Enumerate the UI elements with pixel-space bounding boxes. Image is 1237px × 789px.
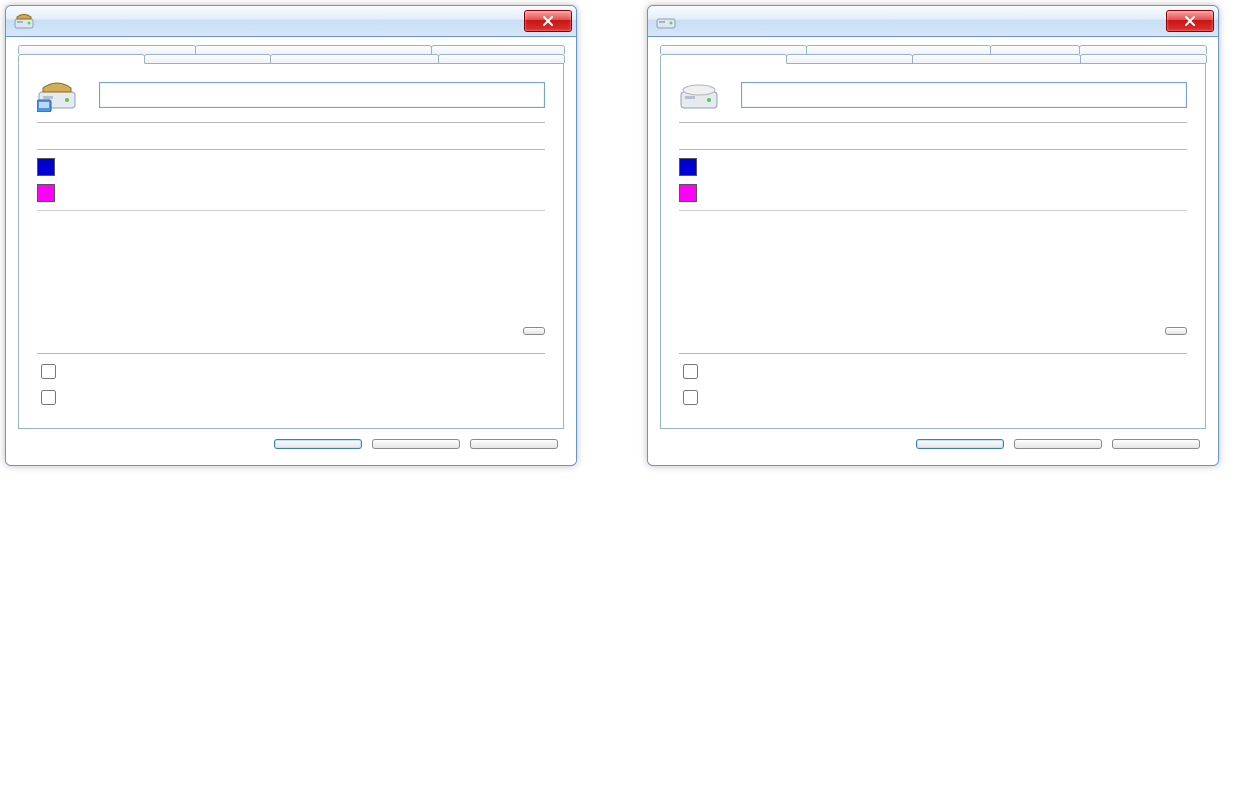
ok-button[interactable] <box>274 439 362 449</box>
titlebar[interactable] <box>6 6 576 37</box>
properties-dialog-d <box>647 5 1219 466</box>
drive-name-input[interactable] <box>741 82 1187 108</box>
drive-icon <box>656 12 676 30</box>
index-checkbox[interactable] <box>41 390 56 405</box>
tab-strip <box>18 45 564 63</box>
free-swatch <box>679 184 697 202</box>
usage-pie-chart <box>196 225 386 335</box>
tab-sharing[interactable] <box>438 54 565 63</box>
dialog-buttons <box>660 429 1206 453</box>
tab-general[interactable] <box>18 54 145 64</box>
tab-tools[interactable] <box>144 54 271 63</box>
usage-pie-chart <box>838 225 1028 335</box>
tab-security[interactable] <box>660 45 807 54</box>
tab-customize[interactable] <box>1079 45 1207 54</box>
properties-dialog-c <box>5 5 577 466</box>
disk-cleanup-button[interactable] <box>523 327 545 335</box>
tab-tools[interactable] <box>786 54 913 63</box>
index-checkbox[interactable] <box>683 390 698 405</box>
used-swatch <box>679 158 697 176</box>
tab-panel-general <box>660 63 1206 429</box>
compress-checkbox[interactable] <box>683 364 698 379</box>
apply-button[interactable] <box>1112 439 1200 449</box>
free-swatch <box>37 184 55 202</box>
tab-security[interactable] <box>18 45 196 54</box>
tab-hardware[interactable] <box>270 54 439 63</box>
cancel-button[interactable] <box>1014 439 1102 449</box>
compress-checkbox-row[interactable] <box>679 362 1187 382</box>
tab-strip <box>660 45 1206 63</box>
ok-button[interactable] <box>916 439 1004 449</box>
drive-big-icon <box>679 78 719 112</box>
compress-checkbox[interactable] <box>41 364 56 379</box>
apply-button[interactable] <box>470 439 558 449</box>
disk-cleanup-button[interactable] <box>1165 327 1187 335</box>
close-button[interactable] <box>524 10 572 32</box>
close-button[interactable] <box>1166 10 1214 32</box>
drive-name-input[interactable] <box>99 82 545 108</box>
tab-previous-versions[interactable] <box>195 45 432 54</box>
drive-icon <box>14 12 34 30</box>
tab-hardware[interactable] <box>912 54 1081 63</box>
cancel-button[interactable] <box>372 439 460 449</box>
tab-general[interactable] <box>660 54 787 64</box>
used-swatch <box>37 158 55 176</box>
index-checkbox-row[interactable] <box>37 388 545 408</box>
drive-big-icon <box>37 78 77 112</box>
tab-sharing[interactable] <box>1080 54 1207 63</box>
index-checkbox-row[interactable] <box>679 388 1187 408</box>
dialog-buttons <box>18 429 564 453</box>
compress-checkbox-row[interactable] <box>37 362 545 382</box>
tab-quota[interactable] <box>431 45 565 54</box>
titlebar[interactable] <box>648 6 1218 37</box>
tab-panel-general <box>18 63 564 429</box>
tab-previous-versions[interactable] <box>806 45 991 54</box>
tab-quota[interactable] <box>990 45 1080 54</box>
